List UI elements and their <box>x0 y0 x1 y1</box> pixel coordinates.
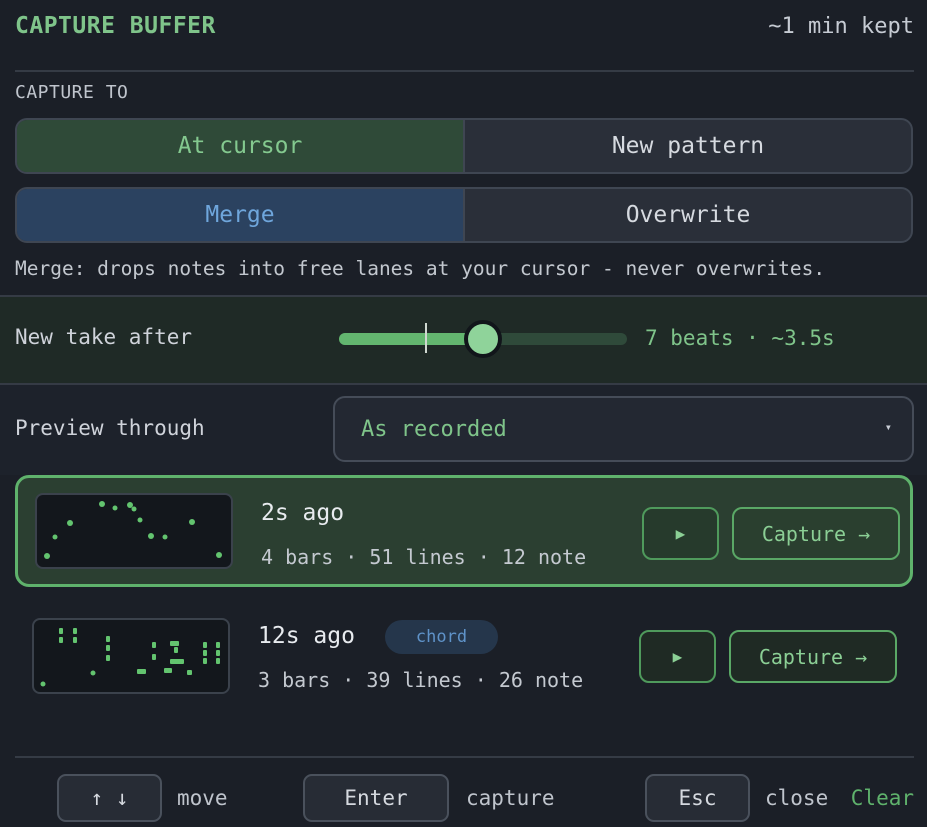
new-pattern-option[interactable]: New pattern <box>463 120 911 172</box>
play-button[interactable]: ▶ <box>639 630 716 683</box>
play-icon: ▶ <box>675 524 686 543</box>
esc-key: Esc <box>645 774 750 822</box>
chevron-down-icon: ▾ <box>884 420 892 434</box>
mode-hint: Merge: drops notes into free lanes at yo… <box>15 257 826 280</box>
take-thumbnail <box>32 618 230 694</box>
play-button[interactable]: ▶ <box>642 507 719 560</box>
capture-hint: capture <box>466 786 555 810</box>
enter-key: Enter <box>303 774 449 822</box>
play-icon: ▶ <box>672 647 683 666</box>
take-time: 12s ago <box>258 623 355 649</box>
at-cursor-option[interactable]: At cursor <box>17 120 463 172</box>
take-time: 2s ago <box>261 500 345 526</box>
header: CAPTURE BUFFER ~1 min kept <box>15 0 914 72</box>
note-preview-graphic <box>44 501 222 559</box>
close-hint: close <box>765 786 829 810</box>
slider-marker <box>425 323 428 353</box>
merge-option[interactable]: Merge <box>17 189 463 241</box>
capture-to-label: CAPTURE TO <box>15 82 129 103</box>
move-hint: move <box>177 786 228 810</box>
take-item[interactable]: 2s ago 4 bars · 51 lines · 12 note ▶ Cap… <box>15 475 913 587</box>
capture-button[interactable]: Capture → <box>732 507 900 560</box>
preview-selected-value: As recorded <box>361 417 507 442</box>
preview-select[interactable]: As recorded ▾ <box>333 396 914 462</box>
move-key: ↑ ↓ <box>57 774 162 822</box>
panel-title: CAPTURE BUFFER <box>15 13 216 39</box>
chord-badge: chord <box>385 620 498 654</box>
capture-button[interactable]: Capture → <box>729 630 897 683</box>
overwrite-option[interactable]: Overwrite <box>463 189 911 241</box>
take-item[interactable]: 12s ago chord 3 bars · 39 lines · 26 not… <box>15 601 913 713</box>
new-take-label: New take after <box>15 325 193 349</box>
clear-button[interactable]: Clear <box>851 786 914 810</box>
preview-label: Preview through <box>15 416 205 440</box>
slider-fill <box>339 333 483 345</box>
take-meta: 4 bars · 51 lines · 12 note <box>261 545 587 569</box>
capture-mode-toggle: Merge Overwrite <box>15 187 913 243</box>
capture-target-toggle: At cursor New pattern <box>15 118 913 174</box>
take-thumbnail <box>35 493 233 569</box>
take-meta: 3 bars · 39 lines · 26 note <box>258 668 584 692</box>
note-preview-graphic <box>40 628 220 687</box>
buffer-length: ~1 min kept <box>768 14 914 39</box>
slider-thumb[interactable] <box>464 320 502 358</box>
footer-divider <box>15 756 914 758</box>
new-take-value: 7 beats · ~3.5s <box>645 326 835 350</box>
